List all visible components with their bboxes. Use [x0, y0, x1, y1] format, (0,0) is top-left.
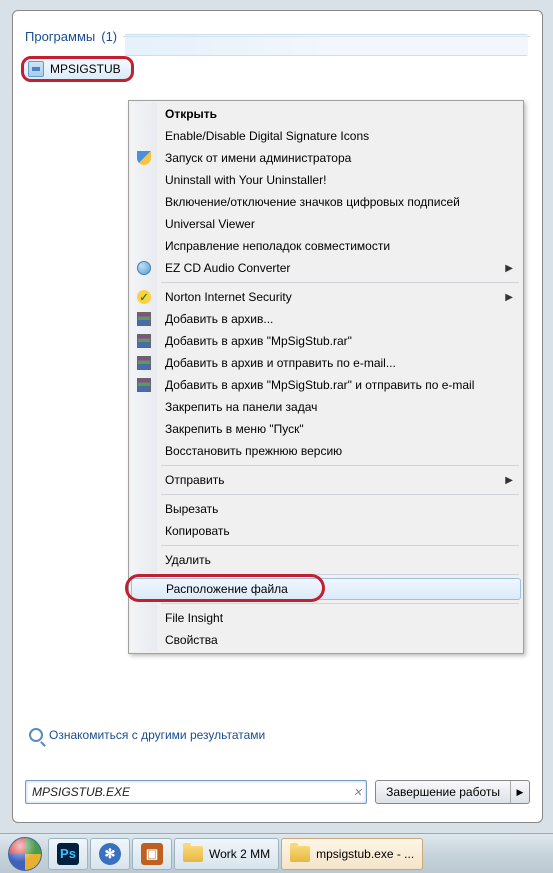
menu-item-label: Закрепить на панели задач [165, 400, 317, 414]
menu-item-label: Копировать [165, 524, 230, 538]
menu-item-label: EZ CD Audio Converter [165, 261, 290, 275]
menu-item[interactable]: Запуск от имени администратора [131, 147, 521, 169]
result-selection-bg [125, 34, 528, 56]
menu-item-label: Свойства [165, 633, 218, 647]
menu-item-label: Расположение файла [166, 582, 288, 596]
windows-orb-icon [8, 837, 42, 871]
menu-item[interactable]: File Insight [131, 607, 521, 629]
skype-icon: ✻ [99, 843, 121, 865]
menu-item-label: Исправление неполадок совместимости [165, 239, 390, 253]
menu-item[interactable]: Добавить в архив... [131, 308, 521, 330]
menu-separator [161, 574, 519, 575]
menu-separator [161, 465, 519, 466]
menu-item[interactable]: Enable/Disable Digital Signature Icons [131, 125, 521, 147]
norton-icon: ✓ [136, 289, 152, 305]
menu-item[interactable]: Восстановить прежнюю версию [131, 440, 521, 462]
taskbar-window-work2mm[interactable]: Work 2 MM [174, 838, 279, 870]
search-input[interactable]: MPSIGSTUB.EXE ✕ [25, 780, 367, 804]
menu-item-label: Norton Internet Security [165, 290, 292, 304]
menu-item-label: Uninstall with Your Uninstaller! [165, 173, 326, 187]
menu-item[interactable]: Расположение файла [131, 578, 521, 600]
folder-icon [290, 846, 310, 862]
menu-item[interactable]: Включение/отключение значков цифровых по… [131, 191, 521, 213]
menu-item-label: Вырезать [165, 502, 218, 516]
taskbar-label: mpsigstub.exe - ... [316, 847, 414, 861]
menu-item-label: Добавить в архив "MpSigStub.rar" и отпра… [165, 378, 474, 392]
shield-icon [136, 150, 152, 166]
menu-item[interactable]: Свойства [131, 629, 521, 651]
result-label: MPSIGSTUB [50, 62, 121, 76]
shutdown-label: Завершение работы [376, 781, 511, 803]
bottom-bar: MPSIGSTUB.EXE ✕ Завершение работы ▶ [25, 776, 530, 808]
menu-item[interactable]: Norton Internet Security ▶ ✓ [131, 286, 521, 308]
menu-item[interactable]: Uninstall with Your Uninstaller! [131, 169, 521, 191]
photoshop-icon: Ps [57, 843, 79, 865]
menu-item[interactable]: EZ CD Audio Converter ▶ [131, 257, 521, 279]
menu-item-label: Удалить [165, 553, 211, 567]
search-icon [29, 728, 43, 742]
menu-item[interactable]: Исправление неполадок совместимости [131, 235, 521, 257]
menu-item[interactable]: Удалить [131, 549, 521, 571]
menu-item-label: Открыть [165, 107, 217, 121]
search-result-mpsigstub[interactable]: MPSIGSTUB [21, 56, 134, 82]
taskbar-app-skype[interactable]: ✻ [90, 838, 130, 870]
shutdown-dropdown-arrow[interactable]: ▶ [511, 781, 529, 803]
menu-item-label: Включение/отключение значков цифровых по… [165, 195, 460, 209]
menu-item[interactable]: Открыть [131, 103, 521, 125]
taskbar-label: Work 2 MM [209, 847, 270, 861]
menu-item[interactable]: Вырезать [131, 498, 521, 520]
menu-item-label: Добавить в архив и отправить по e-mail..… [165, 356, 396, 370]
submenu-arrow-icon: ▶ [505, 292, 513, 303]
rar-icon [136, 377, 152, 393]
menu-separator [161, 494, 519, 495]
clear-icon[interactable]: ✕ [353, 786, 362, 799]
taskbar-app-photoshop[interactable]: Ps [48, 838, 88, 870]
menu-item-label: Добавить в архив... [165, 312, 273, 326]
menu-item[interactable]: Добавить в архив "MpSigStub.rar" и отпра… [131, 374, 521, 396]
rar-icon [136, 355, 152, 371]
submenu-arrow-icon: ▶ [505, 263, 513, 274]
menu-item[interactable]: Добавить в архив "MpSigStub.rar" [131, 330, 521, 352]
menu-item[interactable]: Отправить ▶ [131, 469, 521, 491]
menu-item-label: Enable/Disable Digital Signature Icons [165, 129, 369, 143]
see-more-label: Ознакомиться с другими результатами [49, 728, 265, 742]
taskbar-window-mpsigstub[interactable]: mpsigstub.exe - ... [281, 838, 423, 870]
context-menu: Открыть Enable/Disable Digital Signature … [128, 100, 524, 654]
menu-item-label: Запуск от имени администратора [165, 151, 351, 165]
search-value: MPSIGSTUB.EXE [32, 785, 130, 799]
rar-icon [136, 311, 152, 327]
menu-item[interactable]: Закрепить на панели задач [131, 396, 521, 418]
menu-item-label: File Insight [165, 611, 223, 625]
menu-separator [161, 545, 519, 546]
menu-item-label: Добавить в архив "MpSigStub.rar" [165, 334, 352, 348]
globe-icon [136, 260, 152, 276]
shutdown-button[interactable]: Завершение работы ▶ [375, 780, 530, 804]
menu-item-label: Отправить [165, 473, 225, 487]
rar-icon [136, 333, 152, 349]
menu-separator [161, 282, 519, 283]
folder-icon [183, 846, 203, 862]
see-more-results-link[interactable]: Ознакомиться с другими результатами [29, 728, 265, 742]
menu-item[interactable]: Добавить в архив и отправить по e-mail..… [131, 352, 521, 374]
menu-separator [161, 603, 519, 604]
menu-item[interactable]: Universal Viewer [131, 213, 521, 235]
media-icon: ▣ [141, 843, 163, 865]
taskbar-app-media[interactable]: ▣ [132, 838, 172, 870]
menu-item-label: Universal Viewer [165, 217, 255, 231]
menu-item-label: Восстановить прежнюю версию [165, 444, 342, 458]
start-button[interactable] [4, 836, 46, 872]
exe-icon [28, 61, 44, 77]
menu-item[interactable]: Копировать [131, 520, 521, 542]
menu-item[interactable]: Закрепить в меню "Пуск" [131, 418, 521, 440]
menu-item-label: Закрепить в меню "Пуск" [165, 422, 304, 436]
taskbar: Ps ✻ ▣ Work 2 MM mpsigstub.exe - ... [0, 833, 553, 873]
submenu-arrow-icon: ▶ [505, 475, 513, 486]
